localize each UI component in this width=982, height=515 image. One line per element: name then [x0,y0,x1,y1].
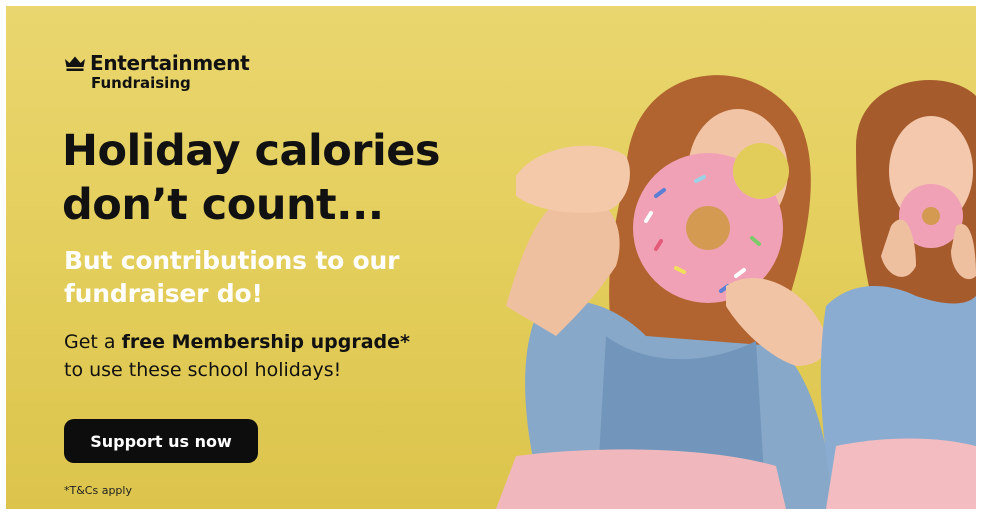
promo-banner: Entertainment Fundraising Holiday calori… [6,6,976,509]
brand-logo: Entertainment Fundraising [64,51,250,92]
subheadline: But contributions to our fundraiser do! [64,244,504,310]
body-line-2: to use these school holidays! [64,359,342,381]
subheadline-line-2: fundraiser do! [64,279,263,308]
headline-line-2: don’t count... [62,180,384,230]
body-prefix: Get a [64,331,122,353]
headline-line-1: Holiday calories [62,126,440,176]
body-emphasis: free Membership upgrade* [121,331,410,353]
crown-icon [65,56,85,71]
brand-logo-row: Entertainment [64,51,250,75]
headline: Holiday calories don’t count... [62,124,502,232]
brand-name: Entertainment [90,51,250,75]
body-copy: Get a free Membership upgrade* to use th… [64,328,504,384]
hero-photo [496,75,976,509]
terms-note: *T&Cs apply [64,484,132,497]
brand-subname: Fundraising [91,74,191,92]
support-us-button[interactable]: Support us now [64,419,258,463]
subheadline-line-1: But contributions to our [64,246,400,275]
